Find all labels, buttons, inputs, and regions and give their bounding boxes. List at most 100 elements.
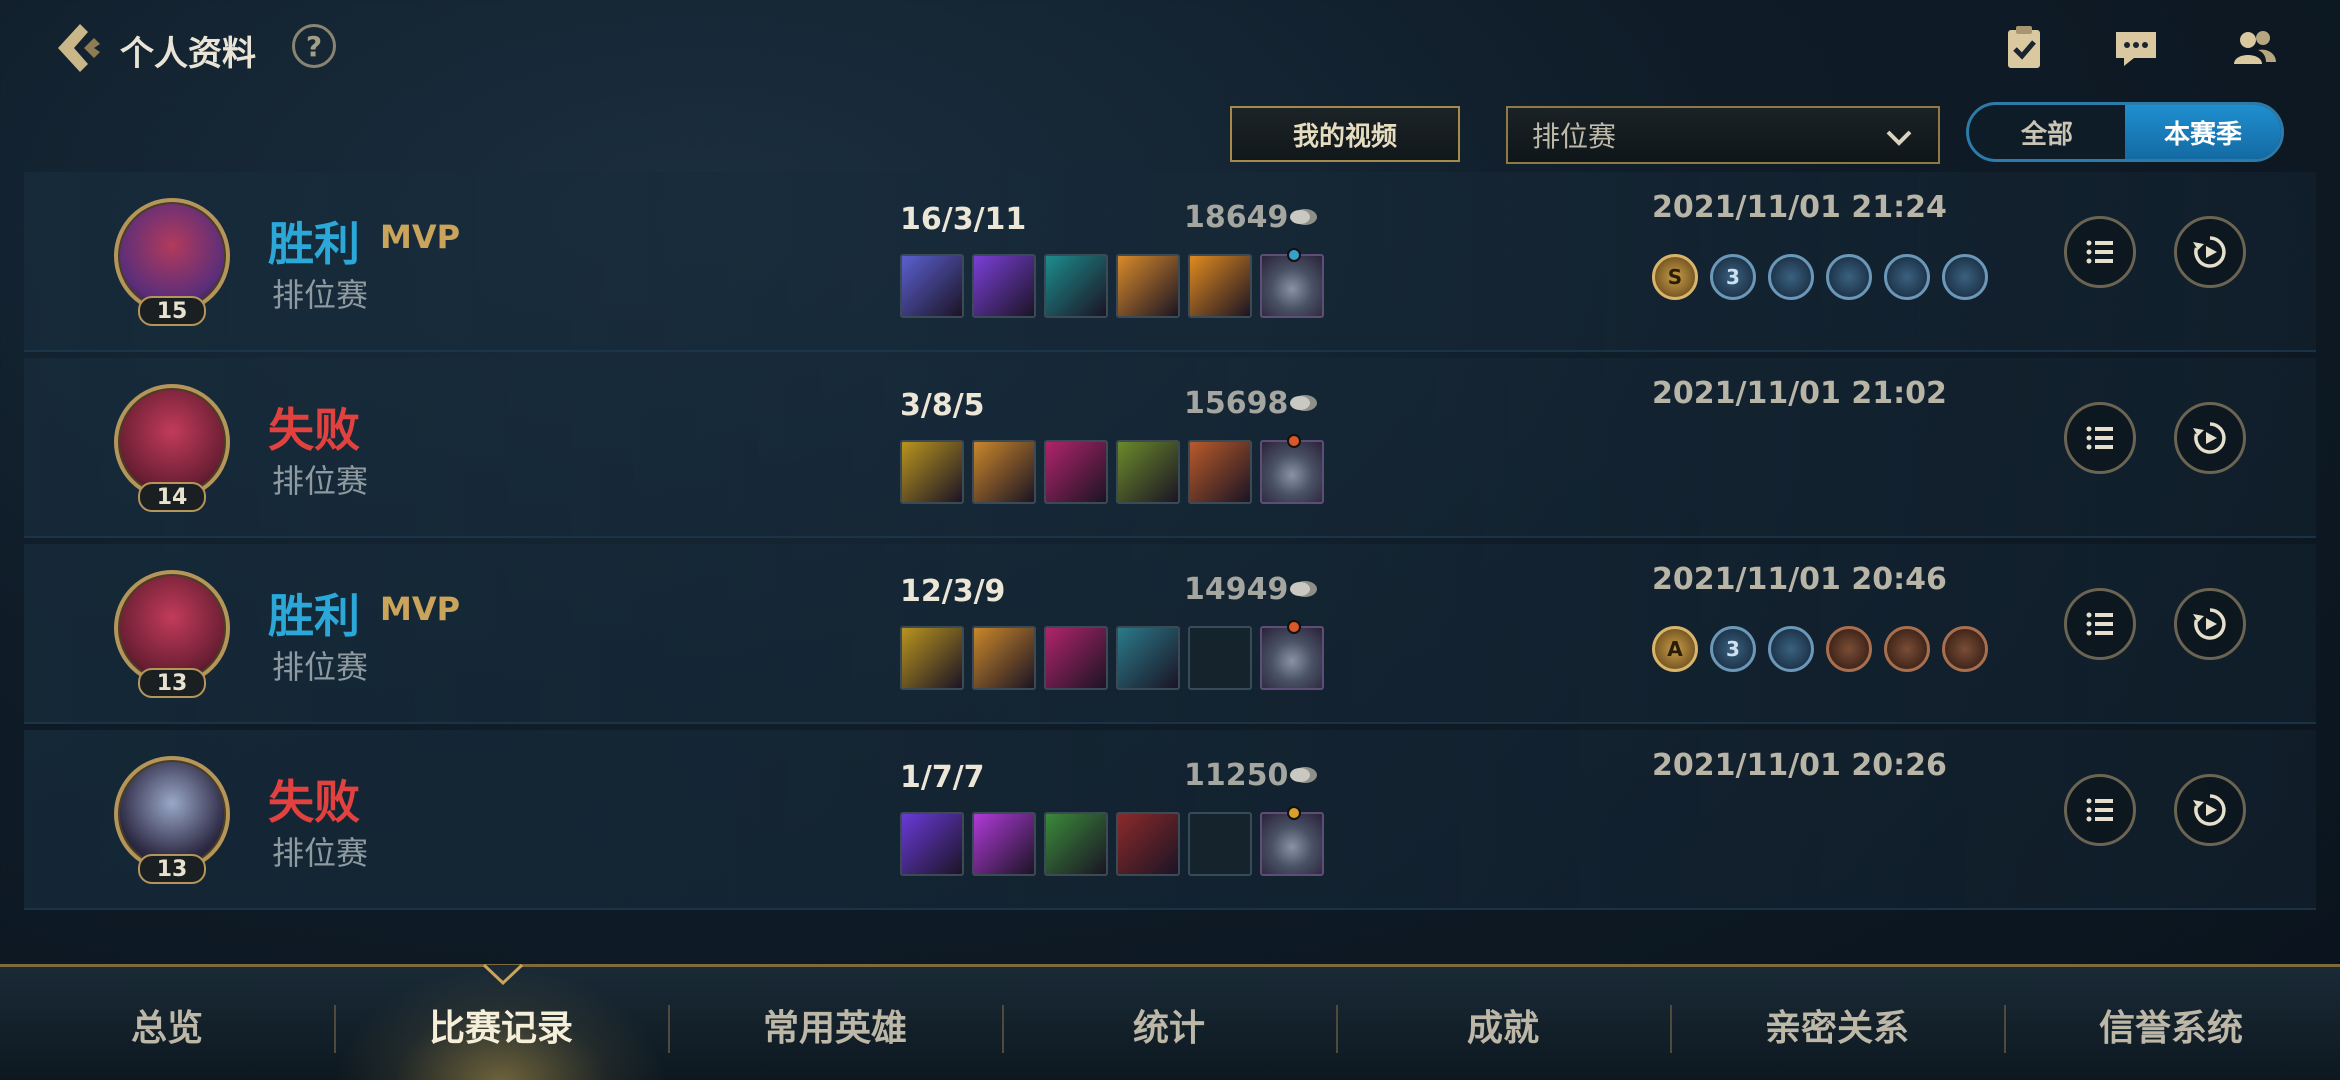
- item-slot: [1116, 626, 1180, 690]
- tab-4[interactable]: 成就: [1336, 967, 1670, 1080]
- gold-earned: 18649: [1184, 200, 1289, 235]
- gold-earned: 11250: [1184, 758, 1289, 793]
- achievement-badges: A3: [1652, 626, 1988, 672]
- champion-level-badge: 13: [138, 854, 206, 884]
- game-mode-select[interactable]: 排位赛: [1506, 106, 1940, 164]
- kda-score: 1/7/7: [900, 760, 985, 795]
- item-slot: [1044, 812, 1108, 876]
- item-build: [900, 620, 1324, 690]
- top-bar: 个人资料 ?: [0, 0, 2340, 95]
- bottom-tab-bar: 总览 比赛记录 常用英雄 统计 成就 亲密关系 信誉系统: [0, 963, 2340, 1080]
- achievement-badge: [1942, 254, 1988, 300]
- item-slot: [900, 440, 964, 504]
- match-datetime: 2021/11/01 20:26: [1652, 748, 1947, 783]
- page-title: 个人资料: [120, 34, 256, 74]
- achievement-badge: A: [1652, 626, 1698, 672]
- friends-icon: [2234, 31, 2276, 64]
- tab-divider: [1002, 1005, 1004, 1053]
- item-slot: [900, 626, 964, 690]
- trinket-item: [1260, 620, 1324, 690]
- match-mode: 排位赛: [272, 648, 369, 686]
- champion-avatar: 15: [114, 198, 230, 326]
- list-icon: [2086, 426, 2113, 450]
- gold-earned: 14949: [1184, 572, 1289, 607]
- tab-3[interactable]: 统计: [1002, 967, 1336, 1080]
- champion-avatar: 13: [114, 570, 230, 698]
- my-videos-button[interactable]: 我的视频: [1230, 106, 1460, 162]
- achievement-badge: 3: [1710, 626, 1756, 672]
- match-row[interactable]: 14 失败 排位赛 3/8/5 15698 2021/11/01 21:02: [24, 358, 2316, 538]
- tab-divider: [1336, 1005, 1338, 1053]
- item-slot: [1044, 254, 1108, 318]
- match-history-list: 15 胜利 MVP 排位赛 16/3/11 18649 2021/11/01 21:24 S 3…: [24, 172, 2316, 962]
- champion-level-badge: 14: [138, 482, 206, 512]
- match-replay-button[interactable]: [2174, 774, 2246, 846]
- item-slot: [972, 254, 1036, 318]
- match-row[interactable]: 13 胜利 MVP 排位赛 12/3/9 14949 2021/11/01 20:46 A 3: [24, 544, 2316, 724]
- match-details-button[interactable]: [2064, 588, 2136, 660]
- chevron-down-icon: [1886, 130, 1912, 146]
- tab-2[interactable]: 常用英雄: [668, 967, 1002, 1080]
- match-mode: 排位赛: [272, 276, 369, 314]
- gold-coin-icon: [1288, 578, 1318, 600]
- season-option-current[interactable]: 本赛季: [2125, 105, 2281, 159]
- champion-avatar: 13: [114, 756, 230, 884]
- match-details-button[interactable]: [2064, 216, 2136, 288]
- tab-5[interactable]: 亲密关系: [1670, 967, 2004, 1080]
- tab-divider: [1670, 1005, 1672, 1053]
- match-details-button[interactable]: [2064, 774, 2136, 846]
- champion-level-badge: 13: [138, 668, 206, 698]
- match-row[interactable]: 15 胜利 MVP 排位赛 16/3/11 18649 2021/11/01 21:24 S 3: [24, 172, 2316, 352]
- game-mode-value: 排位赛: [1532, 120, 1617, 153]
- match-replay-button[interactable]: [2174, 216, 2246, 288]
- clipboard-check-icon: [2008, 26, 2040, 68]
- season-option-all[interactable]: 全部: [1969, 105, 2125, 159]
- gold-coin-icon: [1288, 206, 1318, 228]
- help-button[interactable]: ?: [292, 24, 336, 68]
- kda-score: 16/3/11: [900, 202, 1027, 237]
- achievement-badge: [1884, 254, 1930, 300]
- list-icon: [2086, 240, 2113, 264]
- item-slot: [972, 812, 1036, 876]
- achievement-badge: [1826, 626, 1872, 672]
- match-datetime: 2021/11/01 21:02: [1652, 376, 1947, 411]
- achievement-badges: S3: [1652, 254, 1988, 300]
- champion-level-badge: 15: [138, 296, 206, 326]
- tab-6[interactable]: 信誉系统: [2004, 967, 2338, 1080]
- back-button[interactable]: [48, 18, 106, 78]
- tasks-button[interactable]: [1994, 20, 2054, 76]
- achievement-badge: 3: [1710, 254, 1756, 300]
- replay-icon: [2193, 422, 2226, 454]
- kda-score: 3/8/5: [900, 388, 985, 423]
- match-row[interactable]: 13 失败 排位赛 1/7/7 11250 2021/11/01 20:26: [24, 730, 2316, 910]
- item-build: [900, 806, 1324, 876]
- match-details-button[interactable]: [2064, 402, 2136, 474]
- item-build: [900, 434, 1324, 504]
- achievement-badge: [1942, 626, 1988, 672]
- item-slot: [900, 254, 964, 318]
- achievement-badge: [1826, 254, 1872, 300]
- match-datetime: 2021/11/01 21:24: [1652, 190, 1947, 225]
- trinket-indicator: [1287, 434, 1301, 448]
- empty-item-slot: [1188, 812, 1252, 876]
- match-replay-button[interactable]: [2174, 588, 2246, 660]
- gold-coin-icon: [1288, 392, 1318, 414]
- trinket-indicator: [1287, 806, 1301, 820]
- trinket-indicator: [1287, 620, 1301, 634]
- tab-0[interactable]: 总览: [0, 967, 334, 1080]
- achievement-badge: [1768, 254, 1814, 300]
- tab-1[interactable]: 比赛记录: [334, 967, 668, 1080]
- replay-icon: [2193, 608, 2226, 640]
- chat-button[interactable]: [2106, 20, 2166, 76]
- tab-divider: [2004, 1005, 2006, 1053]
- trinket-item: [1260, 434, 1324, 504]
- tab-divider: [668, 1005, 670, 1053]
- match-replay-button[interactable]: [2174, 402, 2246, 474]
- trinket-item: [1260, 248, 1324, 318]
- replay-icon: [2193, 236, 2226, 268]
- item-build: [900, 248, 1324, 318]
- match-mode: 排位赛: [272, 834, 369, 872]
- item-slot: [1044, 626, 1108, 690]
- friends-button[interactable]: [2224, 20, 2284, 76]
- replay-icon: [2193, 794, 2226, 826]
